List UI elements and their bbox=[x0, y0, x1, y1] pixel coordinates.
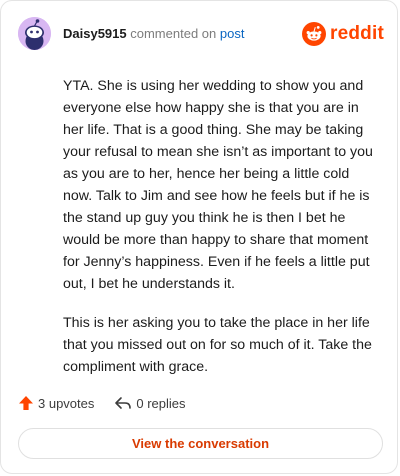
comment-body: YTA. She is using her wedding to show yo… bbox=[63, 75, 379, 395]
view-conversation-button[interactable]: View the conversation bbox=[18, 428, 383, 459]
upvote-arrow-icon bbox=[19, 396, 33, 410]
brand-wordmark: reddit bbox=[330, 23, 384, 44]
comment-paragraph: This is her asking you to take the place… bbox=[63, 315, 372, 375]
reddit-snoo-icon bbox=[302, 22, 327, 46]
comment-meta: Daisy5915 commented on post bbox=[63, 26, 244, 42]
embedded-comment-card: Daisy5915 commented on post reddit YTA. … bbox=[0, 0, 398, 474]
avatar[interactable] bbox=[18, 17, 51, 50]
reply-count: 0 replies bbox=[136, 395, 186, 411]
comment-verb: commented on bbox=[130, 26, 217, 41]
comment-actions: 3 upvotes 0 replies bbox=[18, 393, 186, 413]
reply-button[interactable]: 0 replies bbox=[114, 395, 186, 411]
comment-header: Daisy5915 commented on post reddit bbox=[18, 17, 384, 51]
upvote-button[interactable]: 3 upvotes bbox=[18, 395, 94, 411]
reply-arrow-icon bbox=[115, 397, 132, 409]
reddit-logo[interactable]: reddit bbox=[302, 21, 384, 47]
username[interactable]: Daisy5915 bbox=[63, 26, 127, 41]
comment-paragraph: YTA. She is using her wedding to show yo… bbox=[63, 78, 373, 292]
snoo-avatar-icon bbox=[18, 17, 51, 50]
upvote-count: 3 upvotes bbox=[38, 395, 95, 411]
post-link[interactable]: post bbox=[220, 26, 245, 41]
